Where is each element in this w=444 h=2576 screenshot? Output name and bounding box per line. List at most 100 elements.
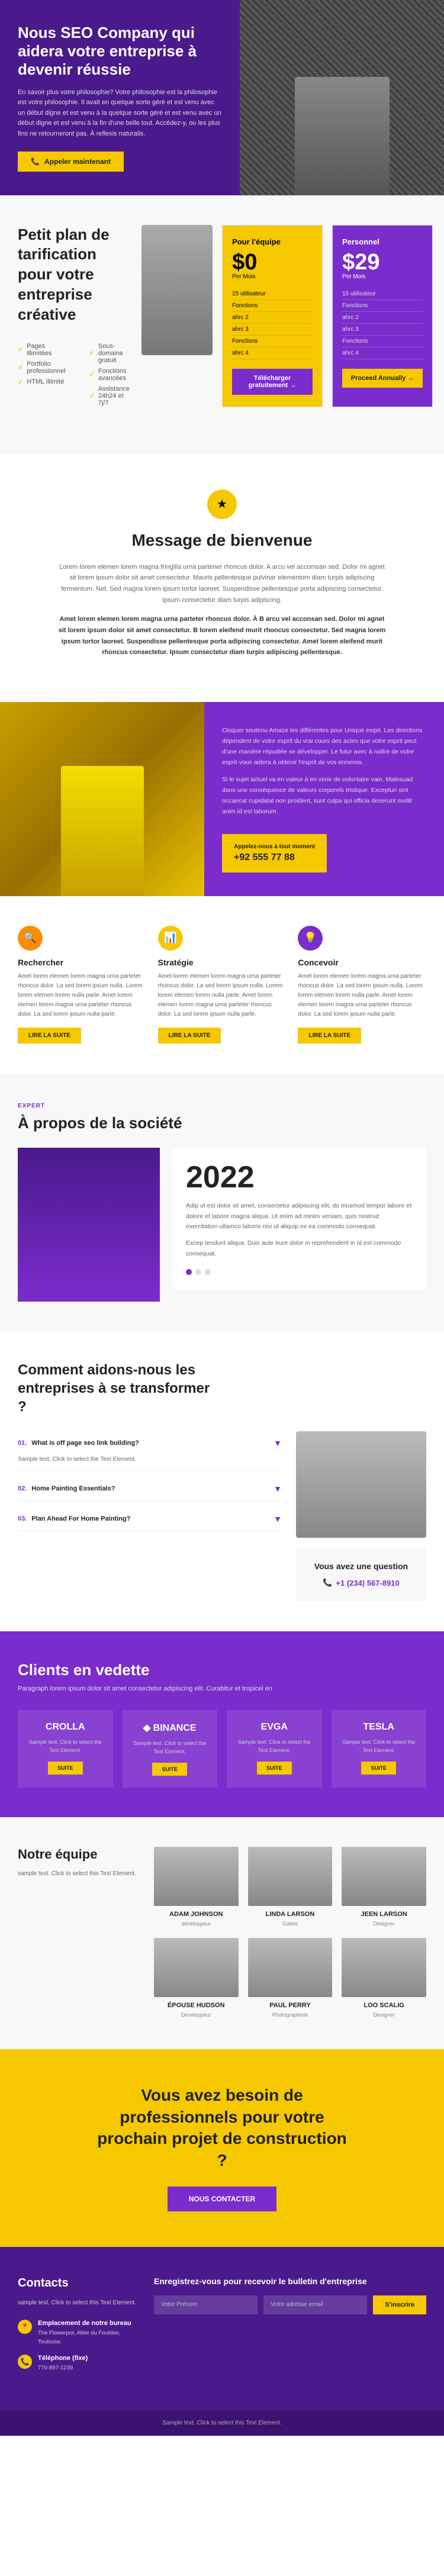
- about-text-box: 2022 Adip ut est dolor sit amet, consect…: [172, 1148, 426, 1289]
- info-image: [0, 702, 204, 896]
- faq-question-2[interactable]: 02.Home Painting Essentials? ▼: [18, 1477, 282, 1500]
- phone-title: Téléphone (fixe): [38, 2355, 88, 2362]
- service-text-0: Amet lorem elemen lorem magna urna parte…: [18, 972, 146, 1019]
- contacts-layout: Contacts sample text. Click to select th…: [18, 2276, 426, 2381]
- about-dot-1[interactable]: [186, 1269, 192, 1275]
- paid-card-per: Per Mois: [342, 273, 423, 280]
- about-dot-3[interactable]: [205, 1269, 211, 1275]
- client-btn-3[interactable]: SUITE: [361, 1762, 396, 1775]
- faq-item-3: 03.Plan Ahead For Home Painting? ▼: [18, 1507, 282, 1531]
- paid-item-5: Fonctions: [342, 336, 423, 347]
- free-item-4: ahrc 3: [232, 324, 313, 336]
- faq-item-2: 02.Home Painting Essentials? ▼: [18, 1477, 282, 1501]
- about-dots: [186, 1269, 412, 1275]
- paid-item-4: ahrc 3: [342, 324, 423, 336]
- question-box-phone: 📞 +1 (234) 567-8910: [310, 1578, 412, 1588]
- welcome-text1: Lorem lorem elemen lorem magna fringilla…: [56, 562, 388, 606]
- team-title: Notre équipe: [18, 1847, 136, 1862]
- team-avatar-2: [342, 1847, 426, 1906]
- client-desc-2: Sample text. Click to select the Text El…: [235, 1738, 314, 1754]
- client-btn-1[interactable]: SUITE: [152, 1763, 187, 1776]
- hero-content: Nous SEO Company qui aidera votre entrep…: [0, 0, 240, 195]
- hero-person-image: [295, 77, 390, 195]
- call-button[interactable]: 📞 Appeler maintenant: [18, 152, 124, 172]
- newsletter-email-input[interactable]: [263, 2295, 367, 2314]
- free-item-5: Fonctions: [232, 336, 313, 347]
- team-name-4: PAUL PERRY: [248, 2002, 333, 2009]
- services-section: 🔍 Rechercher Amet lorem elemen lorem mag…: [0, 896, 444, 1073]
- pricing-card-paid: Personnel $29 Per Mois 15 utilisateur Fo…: [332, 225, 433, 407]
- faq-question-1[interactable]: 01.What is off page seo link building? ▼: [18, 1431, 282, 1455]
- about-tag: EXPERT: [18, 1103, 426, 1109]
- footer: Sample text. Click to select this Text E…: [0, 2410, 444, 2436]
- faq-arrow-2: ▼: [274, 1484, 282, 1493]
- about-section: EXPERT À propos de la société 2022 Adip …: [0, 1073, 444, 1331]
- clients-text: Paragraph lorem ipsum dolor sit amet con…: [18, 1685, 426, 1692]
- service-btn-1[interactable]: LIRE LA SUITE: [158, 1028, 221, 1044]
- contacts-title: Contacts: [18, 2276, 136, 2290]
- cta-button[interactable]: NOUS CONTACTER: [168, 2187, 276, 2211]
- team-avatar-5: [342, 1938, 426, 1997]
- service-btn-0[interactable]: LIRE LA SUITE: [18, 1028, 81, 1044]
- feature-5: Fonctions avancées: [89, 368, 130, 382]
- team-intro: Notre équipe sample text. Click to selec…: [18, 1847, 136, 2020]
- faq-items: 01.What is off page seo link building? ▼…: [18, 1431, 282, 1602]
- subscribe-button[interactable]: S'inscrire: [373, 2295, 426, 2314]
- about-dot-2[interactable]: [195, 1269, 201, 1275]
- about-year: 2022: [186, 1162, 412, 1193]
- client-card-3: TESLA Sample text. Click to select the T…: [332, 1710, 427, 1788]
- paid-proceed-button[interactable]: Proceed Annually →: [342, 369, 423, 388]
- footer-bottom: Sample text. Click to select this Text E…: [0, 2410, 444, 2436]
- welcome-icon: ★: [207, 490, 237, 519]
- pricing-section: Petit plan de tarification pour votre en…: [0, 195, 444, 454]
- team-name-0: ADAM JOHNSON: [154, 1911, 239, 1918]
- newsletter-name-input[interactable]: [154, 2295, 258, 2314]
- faq-arrow-3: ▼: [274, 1514, 282, 1524]
- free-item-2: Fonctions: [232, 300, 313, 312]
- info-call-label: Appelez-nous à tout moment: [234, 843, 315, 850]
- team-role-3: Développeur: [181, 2012, 211, 2018]
- client-desc-1: Sample text. Click to select the Text El…: [131, 1740, 210, 1756]
- team-avatar-0: [154, 1847, 239, 1906]
- free-download-button[interactable]: Télécharger gratuitement →: [232, 369, 313, 395]
- team-name-3: ÉPOUSE HUDSON: [154, 2002, 239, 2009]
- welcome-title: Message de bienvenue: [36, 531, 408, 550]
- team-role-0: développeur: [181, 1921, 211, 1927]
- feature-4: Sous-domaine gratuit: [89, 343, 130, 364]
- service-item-concevoir: 💡 Concevoir Amet lorem elemen lorem magn…: [298, 926, 426, 1044]
- paid-item-1: 15 utilisateur: [342, 288, 423, 300]
- info-person-image: [0, 702, 204, 896]
- service-icon-concevoir: 💡: [298, 926, 323, 951]
- cta-title: Vous avez besoin de professionnels pour …: [92, 2085, 352, 2171]
- faq-question-3[interactable]: 03.Plan Ahead For Home Painting? ▼: [18, 1507, 282, 1531]
- paid-item-6: ahrc 4: [342, 347, 423, 359]
- about-text2: Excep tendunt aliqua. Duis aute irure do…: [186, 1238, 412, 1260]
- team-member-3: ÉPOUSE HUDSON Développeur: [154, 1938, 239, 2020]
- client-card-1: ◆ BINANCE Sample text. Click to select t…: [123, 1710, 218, 1788]
- phone-icon: 📞: [323, 1578, 332, 1588]
- paid-item-3: ahrc 2: [342, 312, 423, 324]
- pricing-title: Petit plan de tarification pour votre en…: [18, 225, 130, 325]
- team-member-1: LINDA LARSON Galets: [248, 1847, 333, 1928]
- client-desc-0: Sample text. Click to select the Text El…: [26, 1738, 105, 1754]
- client-logo-3: TESLA: [340, 1722, 419, 1733]
- hero-description: En savoir plus votre philosophie? Votre …: [18, 88, 222, 140]
- client-desc-3: Sample text. Click to select the Text El…: [340, 1738, 419, 1754]
- team-member-4: PAUL PERRY Photographiste: [248, 1938, 333, 2020]
- free-item-6: ahrc 4: [232, 347, 313, 359]
- service-title-1: Stratégie: [158, 958, 287, 967]
- service-btn-2[interactable]: LIRE LA SUITE: [298, 1028, 361, 1044]
- pricing-person-image: [141, 225, 213, 355]
- services-grid: 🔍 Rechercher Amet lorem elemen lorem mag…: [18, 926, 426, 1044]
- team-layout: Notre équipe sample text. Click to selec…: [18, 1847, 426, 2020]
- team-member-0: ADAM JOHNSON développeur: [154, 1847, 239, 1928]
- newsletter-form: S'inscrire: [154, 2295, 426, 2314]
- phone-icon: 📞: [18, 2355, 32, 2369]
- service-icon-strategie: 📊: [158, 926, 183, 951]
- team-grid: ADAM JOHNSON développeur LINDA LARSON Ga…: [154, 1847, 426, 2020]
- client-btn-2[interactable]: SUITE: [257, 1762, 292, 1775]
- feature-3: HTML illimité: [18, 378, 66, 386]
- paid-card-items: 15 utilisateur Fonctions ahrc 2 ahrc 3 F…: [342, 288, 423, 359]
- contacts-text: sample text. Click to select this Text E…: [18, 2298, 136, 2308]
- client-btn-0[interactable]: SUITE: [48, 1762, 83, 1775]
